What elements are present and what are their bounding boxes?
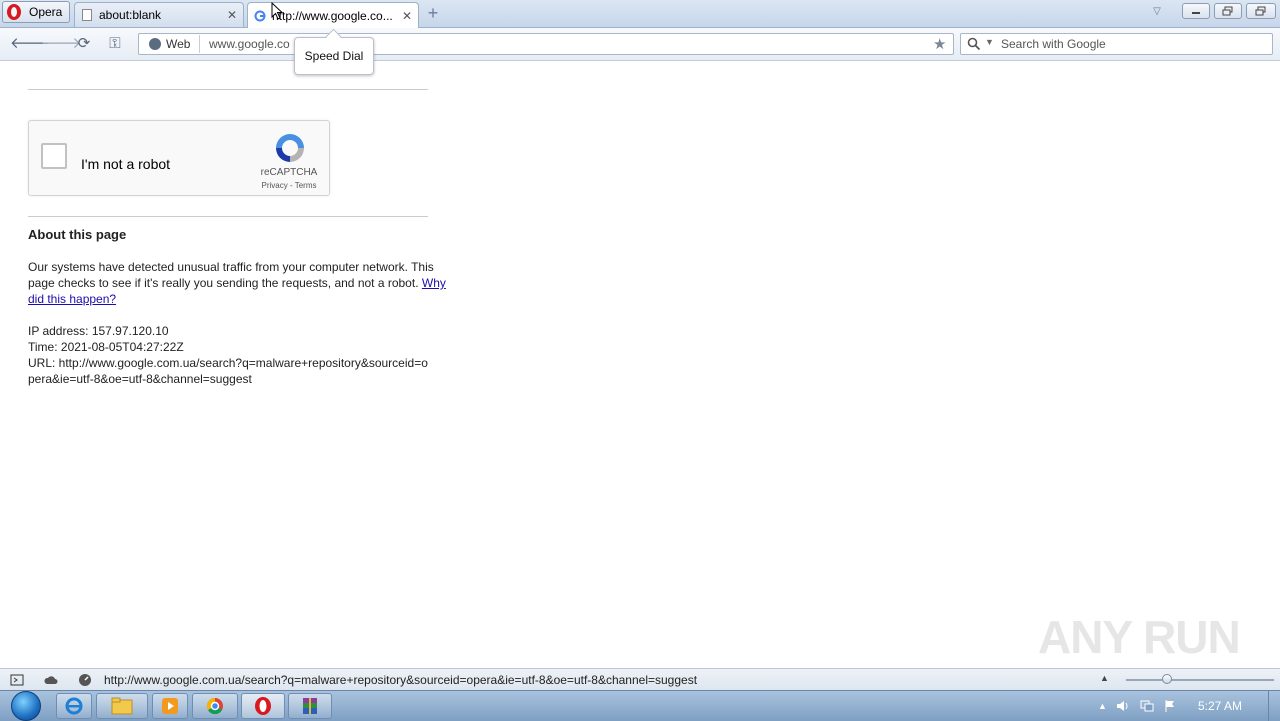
- folder-icon: [111, 697, 133, 715]
- speed-dial-tooltip: Speed Dial: [294, 37, 374, 75]
- tab-title: about:blank: [99, 8, 162, 22]
- page-icon: [82, 9, 92, 21]
- taskbar-media-player[interactable]: [152, 693, 188, 719]
- address-field[interactable]: Web www.google.co ★: [138, 33, 954, 55]
- google-favicon-icon: [254, 10, 266, 21]
- mouse-cursor-icon: [271, 2, 283, 20]
- anyrun-watermark: ANY RUN: [1038, 611, 1241, 663]
- network-icon[interactable]: [1139, 699, 1155, 713]
- show-desktop-button[interactable]: [1268, 691, 1280, 721]
- system-tray: ▲: [1098, 697, 1177, 715]
- new-tab-plus-icon[interactable]: +: [424, 4, 442, 23]
- winrar-icon: [303, 698, 317, 714]
- tab-close-icon[interactable]: ✕: [225, 8, 239, 22]
- about-heading: About this page: [28, 227, 127, 242]
- search-input[interactable]: [1001, 35, 1261, 53]
- time-line: Time: 2021-08-05T04:27:22Z: [28, 340, 184, 354]
- tab-close-icon[interactable]: ✕: [400, 9, 414, 23]
- recaptcha-label: I'm not a robot: [81, 156, 171, 172]
- restore-small-icon: [1255, 6, 1266, 16]
- taskbar-internet-explorer[interactable]: [56, 693, 92, 719]
- turbo-gauge-icon[interactable]: [78, 673, 92, 687]
- media-player-icon: [162, 698, 178, 714]
- close-window-button[interactable]: [1246, 3, 1276, 19]
- tab-about-blank[interactable]: about:blank ✕: [74, 2, 244, 27]
- zoom-slider-thumb[interactable]: [1162, 674, 1172, 684]
- reload-icon[interactable]: ⟳: [74, 35, 94, 53]
- tab-title: http://www.google.co...: [272, 8, 393, 23]
- panel-toggle-icon[interactable]: [10, 673, 24, 687]
- wand-key-icon[interactable]: ⚿: [105, 35, 125, 53]
- taskbar-opera[interactable]: [241, 693, 285, 719]
- about-text: Our systems have detected unusual traffi…: [28, 260, 434, 290]
- site-info-badge[interactable]: Web: [141, 35, 200, 53]
- internet-explorer-icon: [65, 697, 83, 715]
- globe-icon: [149, 38, 161, 50]
- volume-icon[interactable]: [1115, 699, 1131, 713]
- opera-menu-button[interactable]: Opera: [2, 1, 70, 23]
- windows-taskbar: ▲ 5:27 AM: [0, 690, 1280, 721]
- back-arrow-icon[interactable]: 🡐: [10, 35, 50, 53]
- tab-bar: Opera about:blank ✕ http://www.google.co…: [0, 0, 1280, 28]
- taskbar-winrar[interactable]: [288, 693, 332, 719]
- windows-logo-icon: [11, 691, 41, 721]
- restore-button[interactable]: [1214, 3, 1242, 19]
- minimize-button[interactable]: [1182, 3, 1210, 19]
- address-url-text[interactable]: www.google.co: [209, 37, 290, 51]
- taskbar-chrome[interactable]: [192, 693, 238, 719]
- show-hidden-icons-chevron-icon[interactable]: ▲: [1098, 701, 1107, 711]
- chrome-icon: [206, 697, 223, 715]
- navigation-bar: 🡐 🡒 ⟳ ⚿ Web www.google.co ★ ▼: [0, 28, 1280, 61]
- forward-arrow-icon[interactable]: 🡒: [41, 35, 81, 53]
- ip-address-line: IP address: 157.97.120.10: [28, 324, 169, 338]
- unite-cloud-icon[interactable]: [44, 673, 58, 687]
- recaptcha-logo-icon: [276, 134, 304, 162]
- status-url-text: http://www.google.com.ua/search?q=malwar…: [104, 673, 698, 687]
- divider: [28, 89, 428, 90]
- bookmark-star-icon[interactable]: ★: [933, 35, 946, 53]
- restore-icon: [1222, 6, 1233, 16]
- tab-list-chevron-icon[interactable]: ▽: [1150, 6, 1164, 20]
- recaptcha-privacy-terms-links[interactable]: Privacy - Terms: [255, 181, 323, 190]
- minimize-icon: [1192, 12, 1200, 14]
- recaptcha-brand: reCAPTCHA: [260, 167, 318, 178]
- zoom-up-arrow-icon[interactable]: ▲: [1100, 673, 1109, 683]
- recaptcha-widget: I'm not a robot reCAPTCHA Privacy - Term…: [28, 120, 330, 196]
- search-box[interactable]: ▼: [960, 33, 1273, 55]
- opera-logo-icon: [7, 4, 21, 20]
- opera-menu-label: Opera: [29, 5, 63, 19]
- opera-icon: [255, 697, 271, 715]
- about-paragraph: Our systems have detected unusual traffi…: [28, 259, 448, 307]
- site-info-label: Web: [166, 37, 191, 51]
- status-bar: http://www.google.com.ua/search?q=malwar…: [0, 668, 1280, 691]
- search-icon: [967, 37, 981, 51]
- zoom-slider-track[interactable]: [1126, 679, 1274, 681]
- taskbar-clock[interactable]: 5:27 AM: [1198, 699, 1242, 713]
- taskbar-file-explorer[interactable]: [96, 693, 148, 719]
- url-line: URL: http://www.google.com.ua/search?q=m…: [28, 356, 428, 386]
- search-engine-chevron-icon[interactable]: ▼: [985, 37, 994, 47]
- recaptcha-checkbox[interactable]: [41, 143, 67, 169]
- divider: [28, 216, 428, 217]
- action-center-flag-icon[interactable]: [1163, 699, 1177, 713]
- start-button[interactable]: [4, 691, 48, 721]
